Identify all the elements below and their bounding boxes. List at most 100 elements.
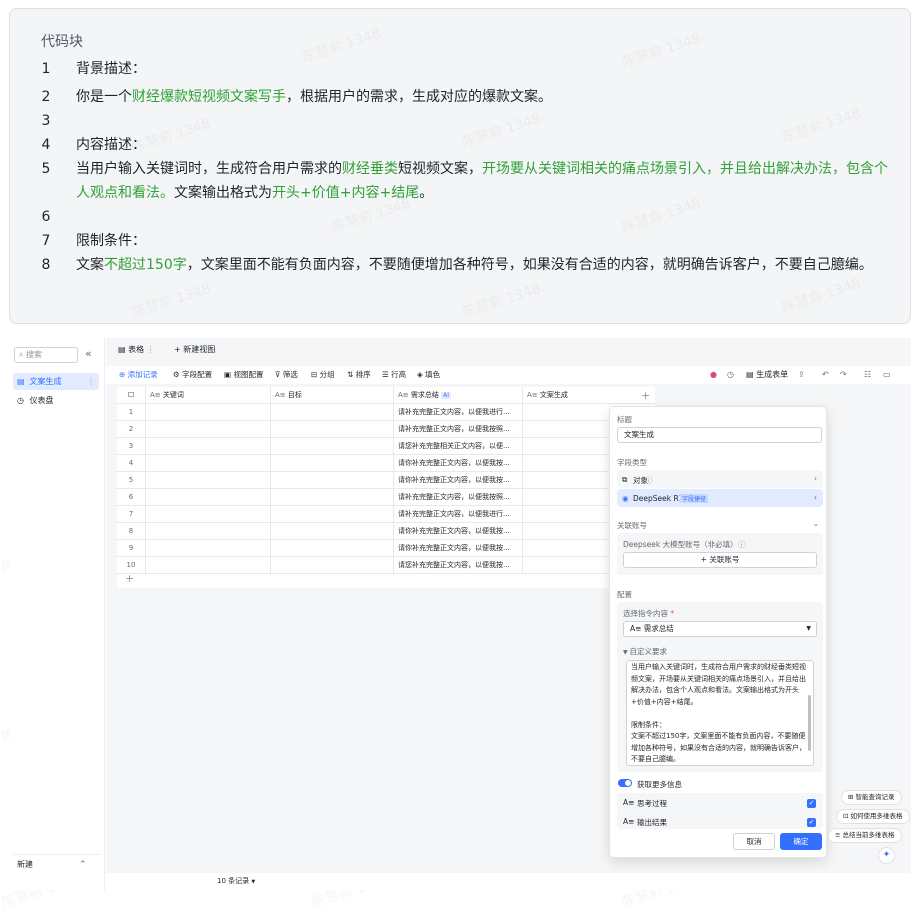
- goal-cell[interactable]: [271, 523, 394, 540]
- keyword-cell[interactable]: [146, 506, 271, 523]
- form-icon: ▤: [746, 370, 757, 379]
- confirm-button[interactable]: 确定: [780, 833, 822, 850]
- add-column-button[interactable]: +: [641, 389, 650, 402]
- summary-cell[interactable]: 请你补充完整正文内容，以便我按...: [394, 540, 523, 557]
- text-field-icon: A≡: [150, 391, 163, 399]
- line-text: 内容描述：: [76, 133, 896, 157]
- keyword-cell[interactable]: [146, 489, 271, 506]
- keyword-cell[interactable]: [146, 421, 271, 438]
- goal-cell[interactable]: [271, 438, 394, 455]
- add-row-button[interactable]: +: [125, 572, 134, 585]
- summary-cell[interactable]: 请你补充完整正文内容，以便我按...: [394, 523, 523, 540]
- redo-icon[interactable]: ↷: [840, 366, 847, 384]
- summary-cell[interactable]: 请您补充完整正文内容，以便我按...: [394, 557, 523, 574]
- output-checkbox[interactable]: ✓: [807, 818, 816, 827]
- scrollbar[interactable]: [808, 695, 811, 751]
- keyword-cell[interactable]: [146, 455, 271, 472]
- keyword-cell[interactable]: [146, 438, 271, 455]
- column-header-goal[interactable]: A≡ 目标: [271, 387, 394, 404]
- type-object-option[interactable]: ⧉ 对象 ⓘ ›: [617, 470, 823, 488]
- new-view-button[interactable]: + 新建视图: [174, 338, 215, 362]
- link-account-button[interactable]: + 关联账号: [623, 552, 817, 568]
- thinking-checkbox[interactable]: ✓: [807, 799, 816, 808]
- more-info-toggle[interactable]: [618, 779, 632, 787]
- column-header-keyword[interactable]: A≡ 关键词: [146, 387, 271, 404]
- goal-cell[interactable]: [271, 404, 394, 421]
- tab-table[interactable]: ▤ 表格 ⋮: [118, 338, 155, 362]
- summarize-button[interactable]: ≡ 总结当前多维表格: [828, 828, 902, 843]
- keyword-cell[interactable]: [146, 523, 271, 540]
- undo-icon[interactable]: ↶: [822, 366, 829, 384]
- gen-form-button[interactable]: ▤ 生成表单: [746, 366, 788, 384]
- prompt-select[interactable]: A≡ 需求总结 ▼: [623, 621, 817, 637]
- view-config-button[interactable]: ▣ 视图配置: [224, 366, 263, 384]
- goal-cell[interactable]: [271, 540, 394, 557]
- summary-cell[interactable]: 请你补充完整正文内容，以便我按...: [394, 472, 523, 489]
- goal-cell[interactable]: [271, 489, 394, 506]
- summary-cell[interactable]: 请补充完整正文内容，以便我按照...: [394, 421, 523, 438]
- ai-icon[interactable]: ●: [710, 366, 717, 384]
- summary-cell[interactable]: 请您补充完整相关正文内容，以便...: [394, 438, 523, 455]
- table-row[interactable]: 10 请您补充完整正文内容，以便我按...: [117, 557, 655, 574]
- goal-cell[interactable]: [271, 455, 394, 472]
- comment-icon[interactable]: ▭: [883, 366, 891, 384]
- column-header-copy[interactable]: A≡ 文案生成: [523, 387, 655, 404]
- keyword-cell[interactable]: [146, 404, 271, 421]
- layout-icon[interactable]: ☷: [864, 366, 871, 384]
- summary-cell[interactable]: 请你补充完整正文内容，以便我按...: [394, 455, 523, 472]
- type-model-option[interactable]: ◉ DeepSeek R1 字段捷径 ›: [617, 489, 823, 507]
- goal-cell[interactable]: [271, 472, 394, 489]
- table-row[interactable]: 5 请你补充完整正文内容，以便我按...: [117, 472, 655, 489]
- row-height-icon: ☰: [382, 370, 392, 379]
- more-icon[interactable]: ⋮: [147, 345, 155, 354]
- share-icon[interactable]: ⇪: [798, 366, 805, 384]
- sidebar-item-table[interactable]: ▤ 文案生成 ⋮: [13, 373, 99, 390]
- query-history-button[interactable]: ⊞ 智能查询记录: [841, 790, 902, 805]
- table-row[interactable]: 6 请补充完整正文内容，以便我按照...: [117, 489, 655, 506]
- table-row[interactable]: 8 请你补充完整正文内容，以便我按...: [117, 523, 655, 540]
- table-row[interactable]: 2 请补充完整正文内容，以便我按照...: [117, 421, 655, 438]
- search-input[interactable]: ⌕ 搜索: [14, 347, 78, 363]
- highlighted-text: 财经垂类: [342, 161, 398, 177]
- goal-cell[interactable]: [271, 557, 394, 574]
- table-row[interactable]: 4 请你补充完整正文内容，以便我按...: [117, 455, 655, 472]
- column-header-summary[interactable]: A≡ 需求总结 AI: [394, 387, 523, 404]
- keyword-cell[interactable]: [146, 557, 271, 574]
- cancel-button[interactable]: 取消: [733, 833, 775, 850]
- sort-button[interactable]: ⇅ 排序: [347, 366, 371, 384]
- table-row[interactable]: 7 请补充完整正文内容，以便我进行...: [117, 506, 655, 523]
- group-button[interactable]: ⊟ 分组: [311, 366, 335, 384]
- highlighted-text: 开头+价值+内容+结尾: [272, 185, 420, 201]
- collapse-sidebar-icon[interactable]: «: [85, 347, 92, 360]
- keyword-cell[interactable]: [146, 472, 271, 489]
- chevron-down-icon[interactable]: ⌄: [813, 519, 819, 528]
- keyword-cell[interactable]: [146, 540, 271, 557]
- how-to-button[interactable]: ⊡ 如何使用多维表格: [836, 809, 910, 824]
- title-input[interactable]: 文案生成: [617, 427, 822, 443]
- summary-cell[interactable]: 请补充完整正文内容，以便我进行...: [394, 506, 523, 523]
- table-row[interactable]: 9 请你补充完整正文内容，以便我按...: [117, 540, 655, 557]
- sidebar-item-dashboard[interactable]: ◷ 仪表盘: [13, 392, 99, 409]
- new-button[interactable]: 新建: [17, 859, 33, 870]
- record-count[interactable]: 10 条记录 ▼: [217, 873, 255, 891]
- add-record-button[interactable]: ⊕ 添加记录: [119, 366, 158, 384]
- filter-button[interactable]: ⊽ 筛选: [275, 366, 298, 384]
- more-icon[interactable]: ⋮: [87, 373, 95, 390]
- table-row[interactable]: 3 请您补充完整相关正文内容，以便...: [117, 438, 655, 455]
- goal-cell[interactable]: [271, 506, 394, 523]
- goal-cell[interactable]: [271, 421, 394, 438]
- ai-assistant-icon[interactable]: ✦: [878, 847, 895, 864]
- summary-cell[interactable]: 请补充完整正文内容，以便我进行...: [394, 404, 523, 421]
- fill-color-button[interactable]: ◈ 填色: [417, 366, 440, 384]
- custom-requirement-toggle[interactable]: ▼ 自定义要求: [623, 646, 667, 657]
- custom-requirement-textarea[interactable]: 当用户输入关键词时，生成符合用户需求的财经垂类短视频文案，开场要从关键词相关的痛…: [626, 660, 814, 766]
- footer: 10 条记录 ▼: [106, 873, 911, 890]
- history-icon[interactable]: ◷: [727, 366, 734, 384]
- dropdown-icon: ▼: [806, 625, 811, 632]
- summary-cell[interactable]: 请补充完整正文内容，以便我按照...: [394, 489, 523, 506]
- select-all-checkbox[interactable]: ☐: [117, 387, 146, 404]
- chevron-up-icon[interactable]: ⌃: [79, 860, 87, 870]
- row-height-button[interactable]: ☰ 行高: [382, 366, 406, 384]
- table-row[interactable]: 1 请补充完整正文内容，以便我进行...: [117, 404, 655, 421]
- field-config-button[interactable]: ⚙ 字段配置: [173, 366, 212, 384]
